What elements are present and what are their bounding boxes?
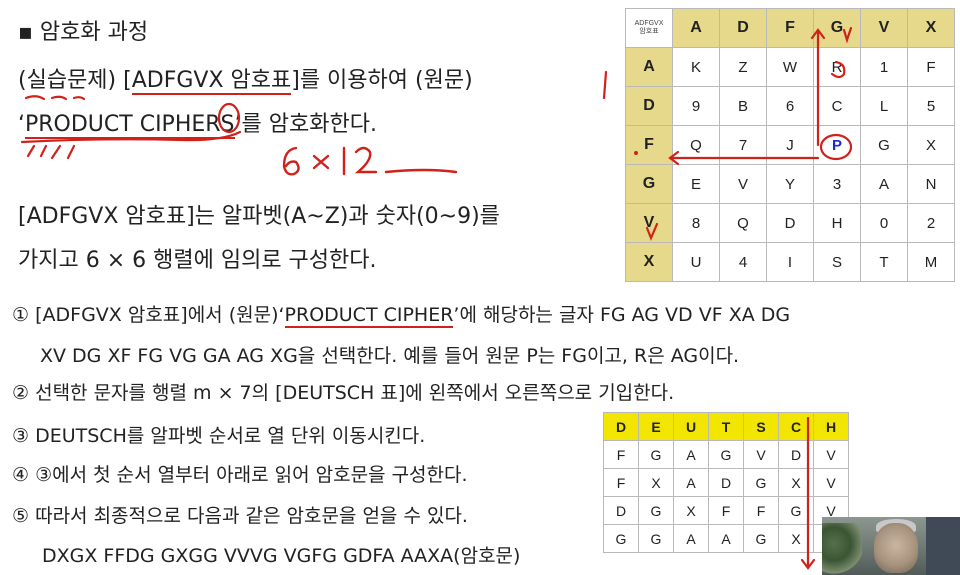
handwritten-annotations xyxy=(20,26,853,570)
speaker-video-thumbnail xyxy=(822,517,960,575)
underline-curve xyxy=(20,130,242,144)
tick-mark xyxy=(602,70,608,100)
scribble-mark xyxy=(24,95,86,101)
circle-mark xyxy=(217,102,241,134)
background-plant xyxy=(822,523,862,575)
tick-mark xyxy=(842,26,853,44)
scribble-mark xyxy=(830,60,846,79)
speaker-face xyxy=(874,523,918,573)
background-wall xyxy=(926,517,960,575)
tick-mark xyxy=(645,222,659,241)
handwritten-note xyxy=(282,146,458,176)
horizontal-arrow xyxy=(668,150,820,166)
column-arrow xyxy=(800,416,816,570)
circle-mark xyxy=(819,133,853,161)
vertical-arrow xyxy=(810,28,826,147)
slash-marks xyxy=(26,144,76,160)
